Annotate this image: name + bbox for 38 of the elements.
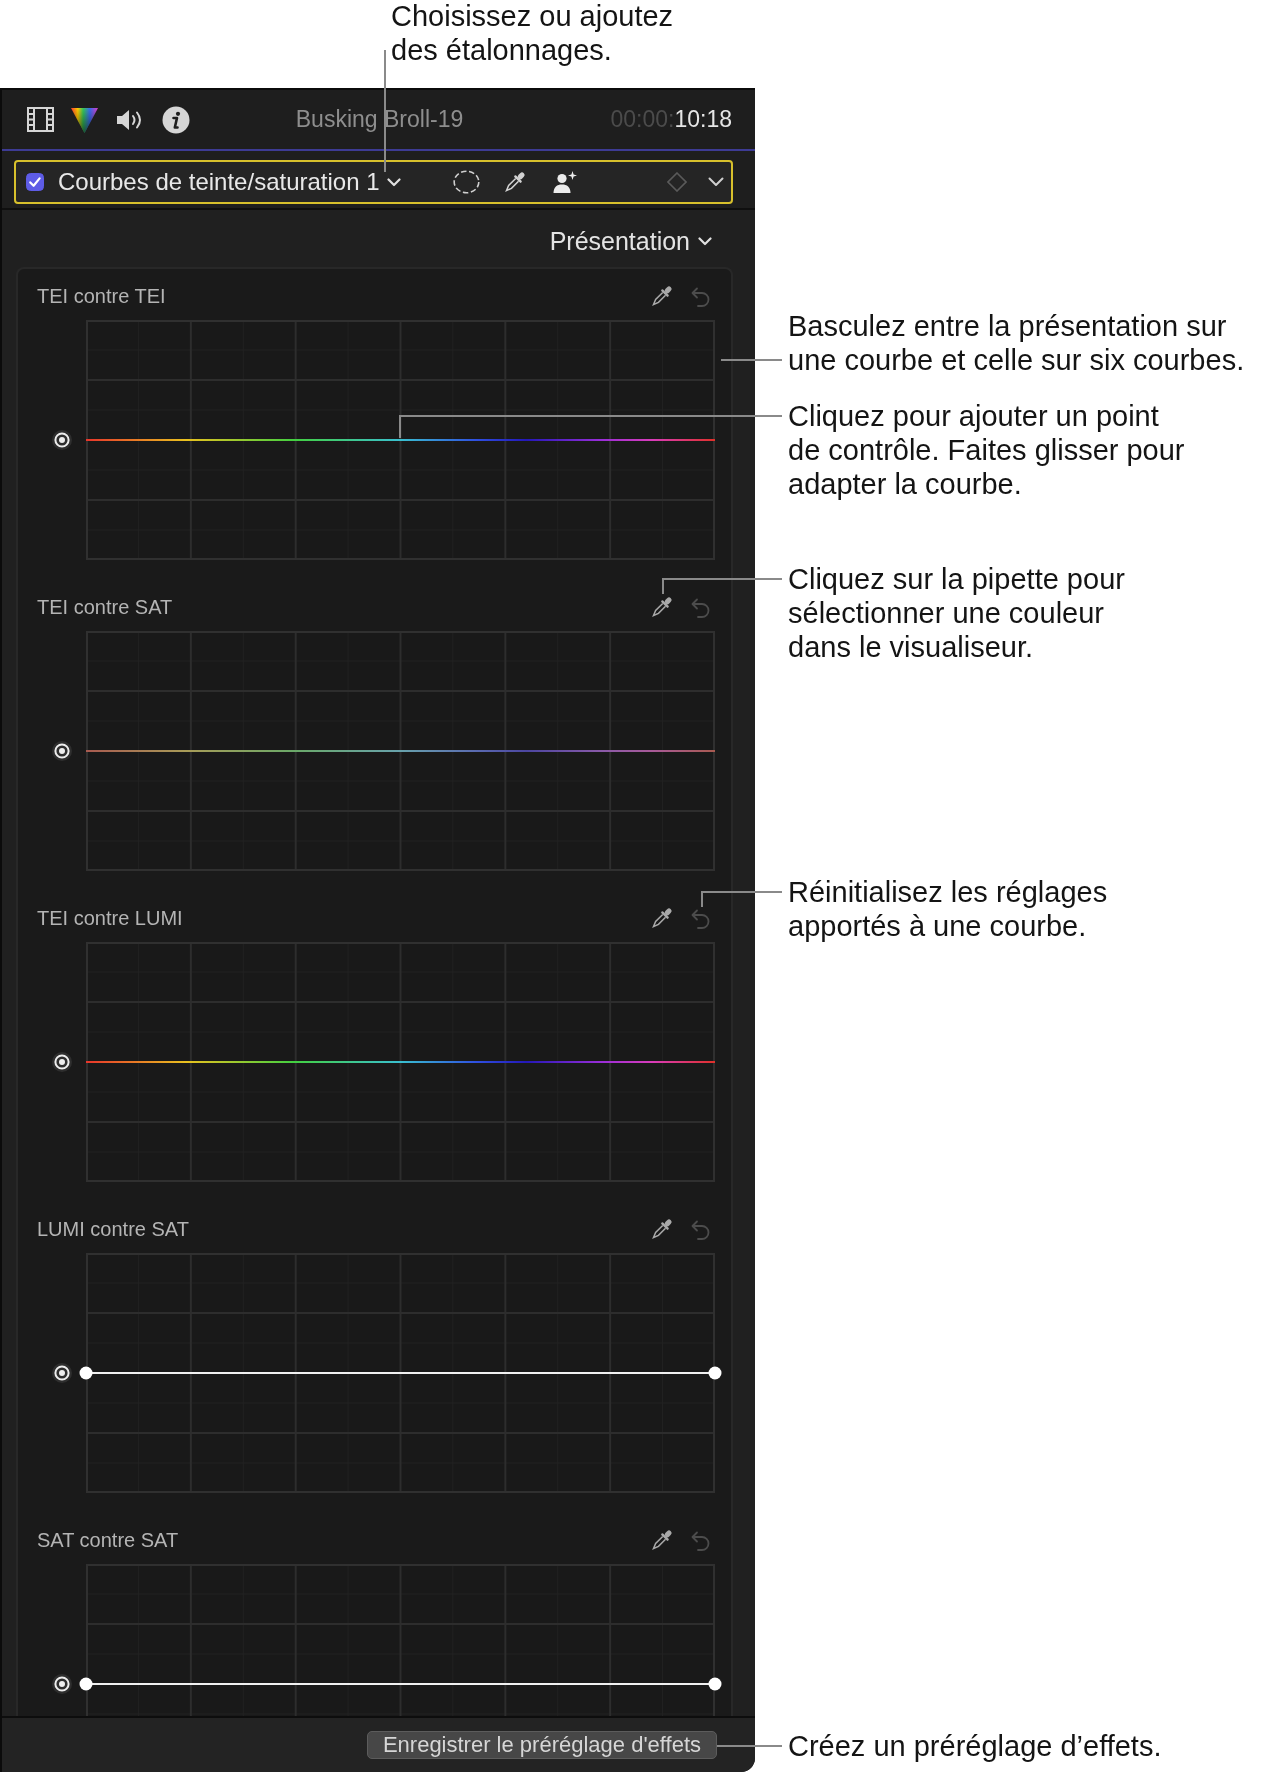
callout-text: Cliquez sur la pipette pour sélectionner une couleur dans le visualiseur. — [788, 562, 1125, 664]
target-icon — [52, 1674, 72, 1694]
leader-line — [717, 1745, 782, 1747]
leader-line — [721, 359, 782, 361]
target-icon — [52, 1052, 72, 1072]
caret-icon — [386, 177, 401, 187]
eyedropper-icon[interactable] — [649, 1527, 675, 1553]
clip-title: Busking Broll-19 — [295, 106, 464, 133]
caret-icon — [698, 236, 712, 246]
control-point-icon[interactable] — [79, 1366, 93, 1380]
save-preset-button[interactable]: Enregistrer le préréglage d'effets — [366, 1731, 717, 1759]
callout-text: Cliquez pour ajouter un point de contrôle. Faites glisser pour adapter la courbe. — [788, 399, 1185, 501]
callout-text: Basculez entre la présentation sur une courbe et celle sur six courbes. — [788, 309, 1245, 377]
callout-text: Choisissez ou ajoutez des étalonnages. — [391, 0, 674, 67]
target-icon — [52, 430, 72, 450]
dashed-circle-icon[interactable] — [452, 170, 480, 194]
control-point-icon[interactable] — [708, 1677, 722, 1691]
callout-text: Réinitialisez les réglages apportés à une courbe. — [788, 875, 1108, 943]
control-point-icon[interactable] — [708, 1366, 722, 1380]
curve-title: TEI contre LUMI — [37, 906, 184, 930]
target-icon — [52, 741, 72, 761]
checkbox[interactable] — [26, 173, 44, 191]
callout-text: Créez un préréglage d’effets. — [788, 1729, 1162, 1763]
eyedropper-icon[interactable] — [649, 905, 675, 931]
target-icon — [52, 1363, 72, 1383]
control-point-icon[interactable] — [79, 1677, 93, 1691]
eyedropper-icon[interactable] — [649, 1216, 675, 1242]
curve-title: TEI contre SAT — [37, 595, 174, 619]
curve-title: TEI contre TEI — [37, 284, 167, 308]
eyedropper-icon[interactable] — [649, 283, 675, 309]
person-sparkle-icon[interactable] — [551, 170, 578, 194]
curve-title: LUMI contre SAT — [37, 1217, 190, 1241]
chevron-down-icon[interactable] — [708, 177, 724, 187]
view-dropdown[interactable]: Présentation — [549, 226, 712, 256]
info-icon[interactable] — [162, 105, 190, 134]
curve-title: SAT contre SAT — [37, 1528, 180, 1552]
film-strip-icon[interactable] — [27, 107, 54, 132]
eyedropper-icon[interactable] — [649, 594, 675, 620]
